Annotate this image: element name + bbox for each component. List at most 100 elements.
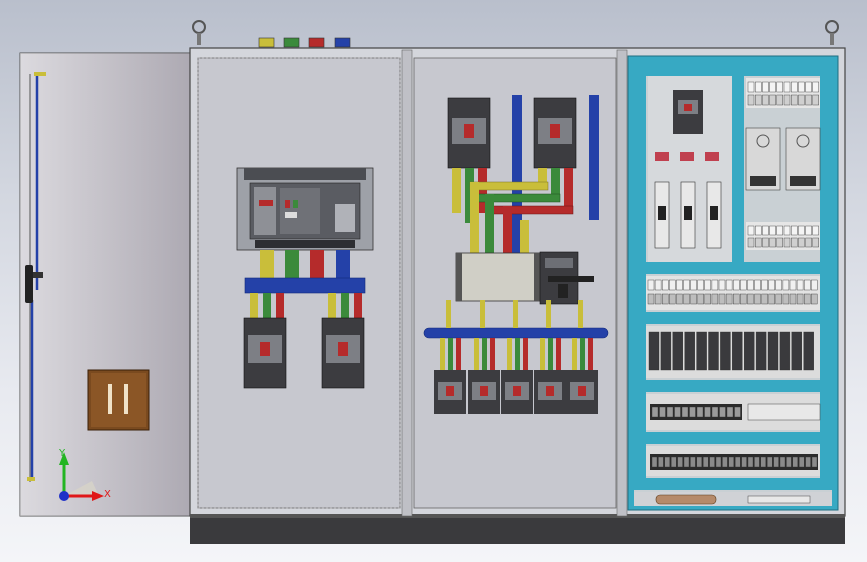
- module-segment: [696, 331, 707, 371]
- module-segment: [658, 456, 664, 468]
- module-segment: [651, 456, 658, 468]
- feeder-breaker[interactable]: [501, 370, 533, 414]
- module-segment: [740, 293, 747, 305]
- module-segment: [440, 338, 445, 370]
- module-segment: [704, 406, 711, 418]
- terminal-rows-mid: [746, 222, 820, 250]
- module-segment: [798, 225, 805, 236]
- module-segment: [728, 456, 734, 468]
- module-segment: [762, 81, 769, 93]
- module-segment: [725, 293, 733, 305]
- panel-incomer: [197, 57, 401, 509]
- module-segment: [513, 300, 518, 328]
- module-segment: [676, 279, 683, 291]
- module-segment: [741, 456, 747, 468]
- module-segment: [683, 293, 690, 305]
- feeder-breaker[interactable]: [468, 370, 500, 414]
- module-segment: [789, 293, 797, 305]
- module-segment: [747, 237, 755, 248]
- module-segment: [768, 279, 775, 291]
- feeder-breaker[interactable]: [434, 370, 466, 414]
- module-segment: [805, 237, 812, 248]
- module-segment: [767, 331, 779, 371]
- module-segment: [791, 237, 798, 248]
- module-segment: [474, 338, 479, 370]
- module-segment: [725, 279, 733, 291]
- module-segment: [783, 225, 791, 236]
- module-segment: [708, 331, 719, 371]
- module-segment: [747, 94, 755, 106]
- module-segment: [798, 237, 805, 248]
- module-segment: [805, 94, 812, 106]
- module-segment: [769, 225, 776, 236]
- door-pocket: [87, 369, 150, 431]
- module-segment: [704, 279, 711, 291]
- feeder-breaker[interactable]: [566, 370, 598, 414]
- module-segment: [711, 293, 719, 305]
- module-segment: [651, 406, 659, 418]
- module-segment: [755, 81, 762, 93]
- mccb-top-left[interactable]: [447, 97, 491, 169]
- module-segment: [648, 331, 660, 371]
- module-segment: [761, 293, 768, 305]
- module-segment: [747, 279, 754, 291]
- module-segment: [718, 279, 726, 291]
- module-segment: [654, 279, 662, 291]
- feeder-breakers: [434, 370, 598, 414]
- module-segment: [812, 81, 819, 93]
- module-segment: [697, 293, 704, 305]
- module-segment: [684, 331, 695, 371]
- module-segment: [769, 81, 776, 93]
- module-segment: [776, 225, 783, 236]
- module-segment: [768, 293, 775, 305]
- module-segment: [726, 406, 734, 418]
- module-segment: [755, 94, 762, 106]
- module-segment: [546, 300, 551, 328]
- module-segment: [662, 279, 669, 291]
- changeover-switch[interactable]: [455, 251, 594, 305]
- top-bus-terminals: [258, 37, 351, 48]
- lifting-eye-icon-left: [192, 20, 206, 45]
- module-segment: [805, 81, 812, 93]
- module-segment: [540, 338, 545, 370]
- mccb-top-right[interactable]: [533, 97, 577, 169]
- gland-plate: [634, 492, 832, 506]
- terminal-block-row-3: [646, 394, 821, 430]
- module-segment: [690, 279, 697, 291]
- neutral-busbar: [423, 327, 609, 339]
- module-segment: [740, 279, 747, 291]
- module-segment: [711, 279, 719, 291]
- module-segment: [812, 237, 819, 248]
- module-segment: [805, 456, 811, 468]
- module-segment: [754, 279, 761, 291]
- module-segment: [456, 338, 461, 370]
- module-segment: [704, 293, 711, 305]
- module-segment: [711, 406, 719, 418]
- module-segment: [515, 338, 520, 370]
- module-segment: [690, 456, 696, 468]
- module-segment: [786, 456, 792, 468]
- module-segment: [674, 406, 681, 418]
- relay-module-row: [646, 326, 820, 378]
- feeder-breaker[interactable]: [534, 370, 566, 414]
- module-segment: [660, 331, 672, 371]
- cad-viewport[interactable]: Y X: [0, 0, 867, 562]
- module-segment: [775, 293, 782, 305]
- module-segment: [735, 456, 741, 468]
- mccb-right[interactable]: [321, 317, 365, 389]
- module-segment: [791, 331, 802, 371]
- module-segment: [776, 237, 783, 248]
- air-circuit-breaker[interactable]: [236, 167, 374, 251]
- terminal-block-row-4: [646, 446, 820, 476]
- module-segment: [779, 456, 786, 468]
- triad-label-x: X: [104, 489, 111, 500]
- module-segment: [732, 331, 743, 371]
- module-segment: [775, 279, 782, 291]
- module-segment: [690, 293, 697, 305]
- panel-control: [627, 55, 839, 511]
- module-segment: [762, 225, 769, 236]
- module-segment: [556, 338, 561, 370]
- module-segment: [703, 456, 709, 468]
- module-segment: [659, 406, 666, 418]
- mccb-left[interactable]: [243, 317, 287, 389]
